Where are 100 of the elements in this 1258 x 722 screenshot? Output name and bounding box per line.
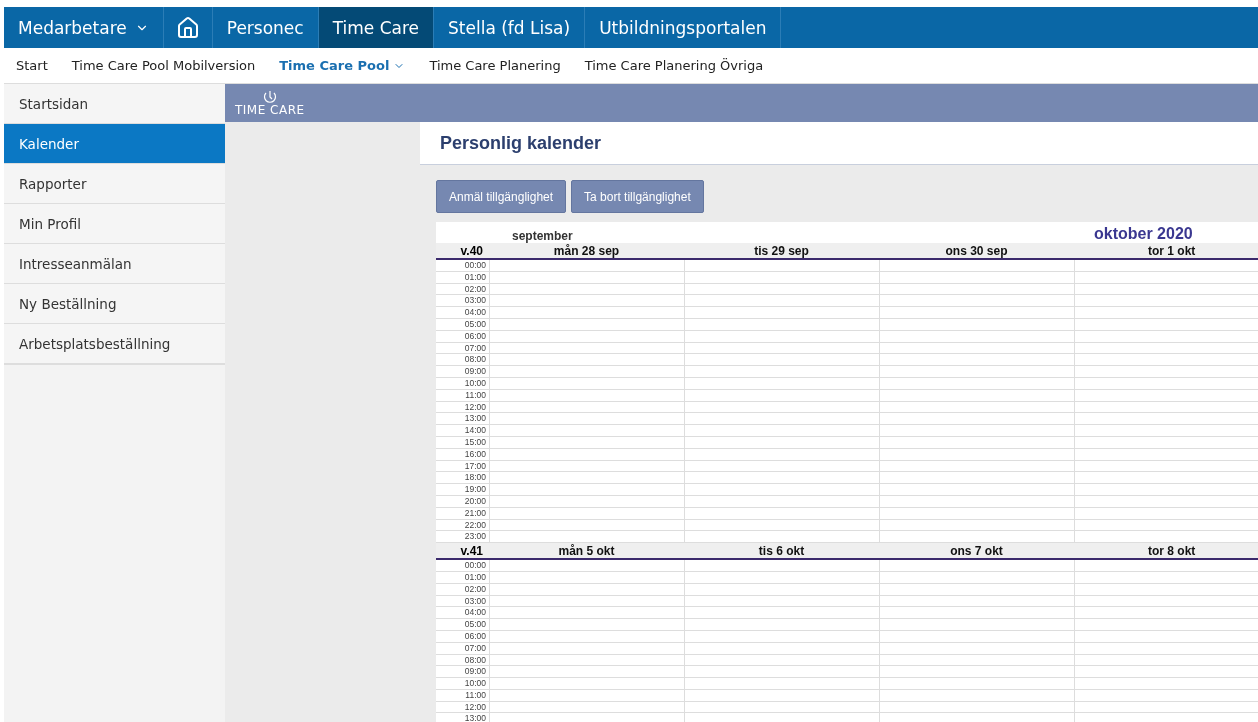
calendar-slot[interactable] (1074, 678, 1258, 690)
calendar-slot[interactable] (489, 366, 684, 378)
calendar-slot[interactable] (684, 330, 879, 343)
calendar-slot[interactable] (684, 436, 879, 449)
action-button[interactable]: Ta bort tillgänglighet (571, 180, 704, 213)
calendar-slot[interactable] (879, 413, 1074, 426)
calendar-slot[interactable] (879, 271, 1074, 284)
calendar-slot[interactable] (684, 495, 879, 508)
calendar-slot[interactable] (684, 619, 879, 631)
calendar-slot[interactable] (489, 448, 684, 461)
calendar-slot[interactable] (489, 701, 684, 714)
calendar-slot[interactable] (879, 460, 1074, 473)
calendar-slot[interactable] (879, 295, 1074, 308)
calendar-slot[interactable] (489, 583, 684, 596)
nav-tab[interactable]: Personec (212, 7, 319, 48)
calendar-slot[interactable] (489, 607, 684, 620)
calendar-slot[interactable] (879, 495, 1074, 508)
calendar-slot[interactable] (684, 689, 879, 702)
calendar-slot[interactable] (684, 389, 879, 402)
calendar-slot[interactable] (1074, 484, 1258, 496)
calendar-slot[interactable] (1074, 389, 1258, 402)
calendar-slot[interactable] (1074, 271, 1258, 284)
calendar-slot[interactable] (1074, 401, 1258, 414)
calendar-slot[interactable] (1074, 701, 1258, 714)
calendar-slot[interactable] (684, 448, 879, 461)
calendar-slot[interactable] (879, 484, 1074, 496)
calendar-slot[interactable] (684, 401, 879, 414)
calendar-slot[interactable] (879, 283, 1074, 296)
calendar-slot[interactable] (1074, 472, 1258, 485)
subnav-link[interactable]: Time Care Pool Mobilversion (71, 58, 256, 73)
calendar-slot[interactable] (489, 630, 684, 643)
calendar-slot[interactable] (879, 472, 1074, 485)
calendar-slot[interactable] (684, 519, 879, 532)
calendar-slot[interactable] (684, 507, 879, 520)
calendar-slot[interactable] (489, 484, 684, 496)
calendar-slot[interactable] (489, 519, 684, 532)
calendar-slot[interactable] (489, 307, 684, 319)
calendar-slot[interactable] (879, 354, 1074, 367)
calendar-slot[interactable] (879, 330, 1074, 343)
calendar-slot[interactable] (684, 678, 879, 690)
calendar-slot[interactable] (489, 319, 684, 331)
calendar-slot[interactable] (1074, 413, 1258, 426)
calendar-slot[interactable] (1074, 595, 1258, 608)
calendar-slot[interactable] (879, 607, 1074, 620)
calendar-slot[interactable] (489, 460, 684, 473)
calendar-slot[interactable] (1074, 666, 1258, 679)
calendar-slot[interactable] (879, 583, 1074, 596)
calendar-slot[interactable] (1074, 507, 1258, 520)
calendar-slot[interactable] (1074, 342, 1258, 355)
calendar-slot[interactable] (684, 354, 879, 367)
sidebar-item[interactable]: Kalender (4, 124, 225, 164)
calendar-slot[interactable] (684, 283, 879, 296)
calendar-slot[interactable] (489, 401, 684, 414)
calendar-slot[interactable] (684, 425, 879, 437)
calendar-slot[interactable] (1074, 654, 1258, 667)
calendar-slot[interactable] (879, 619, 1074, 631)
calendar-slot[interactable] (1074, 583, 1258, 596)
calendar-slot[interactable] (489, 330, 684, 343)
calendar-slot[interactable] (879, 436, 1074, 449)
calendar-slot[interactable] (489, 495, 684, 508)
calendar-slot[interactable] (879, 560, 1074, 572)
calendar-slot[interactable] (684, 654, 879, 667)
subnav-link[interactable]: Time Care Planering (429, 58, 561, 73)
calendar-slot[interactable] (879, 448, 1074, 461)
calendar-slot[interactable] (684, 701, 879, 714)
calendar-slot[interactable] (489, 354, 684, 367)
calendar-slot[interactable] (684, 260, 879, 272)
calendar-slot[interactable] (879, 507, 1074, 520)
calendar-slot[interactable] (489, 666, 684, 679)
calendar-slot[interactable] (1074, 630, 1258, 643)
calendar-slot[interactable] (1074, 354, 1258, 367)
calendar-slot[interactable] (1074, 260, 1258, 272)
calendar-slot[interactable] (684, 472, 879, 485)
calendar-slot[interactable] (489, 595, 684, 608)
calendar-slot[interactable] (684, 377, 879, 390)
nav-tab[interactable]: Utbildningsportalen (585, 7, 782, 48)
action-button[interactable]: Anmäl tillgänglighet (436, 180, 567, 213)
calendar-slot[interactable] (1074, 519, 1258, 532)
calendar-slot[interactable] (489, 260, 684, 272)
calendar-slot[interactable] (1074, 283, 1258, 296)
calendar-slot[interactable] (879, 666, 1074, 679)
calendar-slot[interactable] (684, 571, 879, 584)
calendar-slot[interactable] (489, 436, 684, 449)
calendar-slot[interactable] (1074, 330, 1258, 343)
calendar-slot[interactable] (489, 295, 684, 308)
calendar-slot[interactable] (1074, 642, 1258, 655)
calendar-slot[interactable] (1074, 560, 1258, 572)
calendar-slot[interactable] (489, 507, 684, 520)
calendar-slot[interactable] (489, 425, 684, 437)
calendar-slot[interactable] (879, 260, 1074, 272)
subnav-link[interactable]: Time Care Planering Övriga (584, 58, 764, 73)
calendar-slot[interactable] (1074, 366, 1258, 378)
calendar-slot[interactable] (879, 642, 1074, 655)
calendar-slot[interactable] (879, 366, 1074, 378)
calendar-slot[interactable] (879, 654, 1074, 667)
calendar-slot[interactable] (1074, 436, 1258, 449)
calendar-slot[interactable] (684, 319, 879, 331)
calendar-slot[interactable] (489, 472, 684, 485)
calendar-slot[interactable] (1074, 689, 1258, 702)
calendar-slot[interactable] (684, 307, 879, 319)
